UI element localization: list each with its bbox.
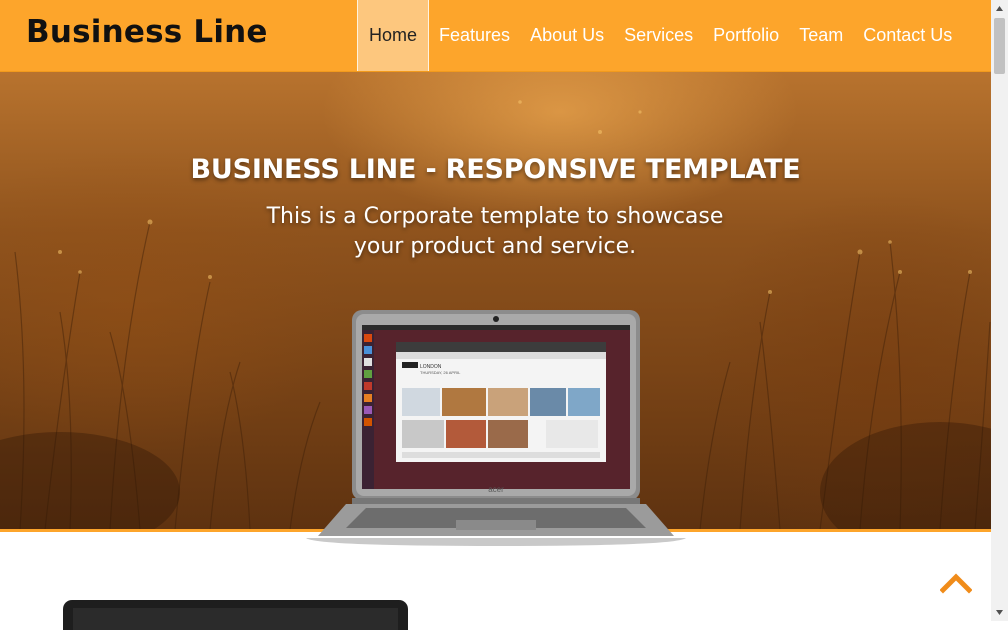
brand-logo[interactable]: Business Line bbox=[26, 14, 268, 50]
nav-item-portfolio[interactable]: Portfolio bbox=[703, 0, 789, 71]
nav-item-about-us[interactable]: About Us bbox=[520, 0, 614, 71]
hero-subtitle-line-2: your product and service. bbox=[353, 234, 637, 259]
tablet-mockup bbox=[63, 600, 408, 630]
hero-subtitle: This is a Corporate template to showcase… bbox=[245, 202, 745, 262]
laptop-brand: acer bbox=[488, 485, 504, 494]
nav-item-features[interactable]: Features bbox=[429, 0, 520, 71]
scrollbar-thumb[interactable] bbox=[994, 18, 1005, 74]
chevron-up-icon[interactable] bbox=[940, 572, 972, 594]
tablet-screen bbox=[73, 608, 398, 630]
main-nav: Home Features About Us Services Portfoli… bbox=[357, 0, 962, 71]
nav-item-contact-us[interactable]: Contact Us bbox=[853, 0, 962, 71]
hero-subtitle-line-1: This is a Corporate template to showcase bbox=[266, 204, 724, 229]
nav-item-services[interactable]: Services bbox=[614, 0, 703, 71]
page-scrollbar[interactable] bbox=[991, 0, 1008, 621]
navbar: Business Line Home Features About Us Ser… bbox=[0, 0, 991, 72]
laptop-mockup: LONDON THURSDAY, 26 APRIL acer bbox=[306, 310, 686, 546]
scroll-down-arrow-icon[interactable] bbox=[991, 604, 1008, 621]
nav-item-team[interactable]: Team bbox=[789, 0, 853, 71]
scroll-up-arrow-icon[interactable] bbox=[991, 0, 1008, 17]
screen-date: THURSDAY, 26 APRIL bbox=[420, 370, 461, 375]
hero-title: BUSINESS LINE - RESPONSIVE TEMPLATE bbox=[190, 154, 801, 185]
nav-item-home[interactable]: Home bbox=[357, 0, 430, 71]
